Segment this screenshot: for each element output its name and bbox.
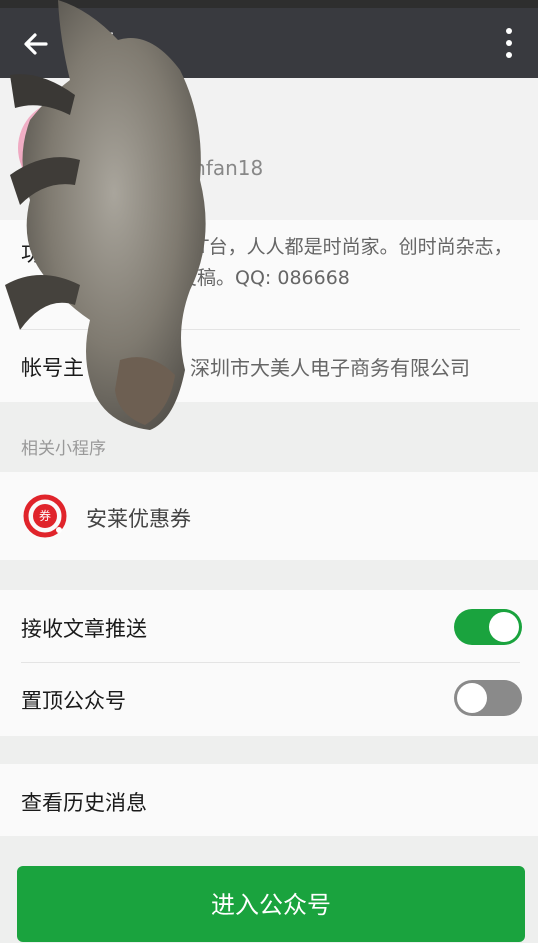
function-label: 功能 — [21, 242, 63, 266]
function-description: 创时尚T台，人人都是时尚家。创时尚杂志，欢迎投稿。QQ: 086668 — [140, 236, 513, 289]
coupon-icon-label: 券 — [38, 509, 51, 523]
pin-top-label: 置顶公众号 — [21, 689, 126, 713]
owner-name: 深圳市大美人电子商务有限公司 — [190, 356, 470, 380]
owner-label: 帐号主 — [21, 356, 84, 380]
enter-account-button[interactable]: 进入公众号 — [17, 866, 525, 942]
settings-group: 接收文章推送 置顶公众号 — [0, 590, 538, 736]
toggle-knob — [457, 683, 487, 713]
page-title: 节 — [90, 28, 114, 56]
toggle-knob — [489, 612, 519, 642]
avatar — [18, 100, 114, 196]
account-info: 功能 创时尚T台，人人都是时尚家。创时尚杂志，欢迎投稿。QQ: 086668 帐… — [0, 220, 538, 402]
mini-program-name: 安莱优惠券 — [86, 507, 191, 531]
mini-program-item[interactable]: 券 安莱优惠券 — [0, 472, 538, 560]
divider — [21, 329, 520, 330]
status-bar — [0, 0, 538, 8]
title-bar: 节 — [0, 8, 538, 78]
account-wechat-id: ashionfan18 — [140, 156, 264, 180]
receive-articles-label: 接收文章推送 — [21, 617, 147, 641]
mini-programs-title: 相关小程序 — [21, 439, 106, 459]
divider — [21, 662, 520, 663]
pin-top-toggle[interactable] — [454, 680, 522, 716]
account-profile: ashionfan18 — [0, 78, 538, 220]
view-history-item[interactable]: 查看历史消息 — [0, 764, 538, 836]
arrow-left-icon[interactable] — [20, 28, 52, 60]
more-vertical-icon[interactable] — [504, 26, 514, 60]
view-history-label: 查看历史消息 — [21, 791, 147, 815]
receive-articles-toggle[interactable] — [454, 609, 522, 645]
